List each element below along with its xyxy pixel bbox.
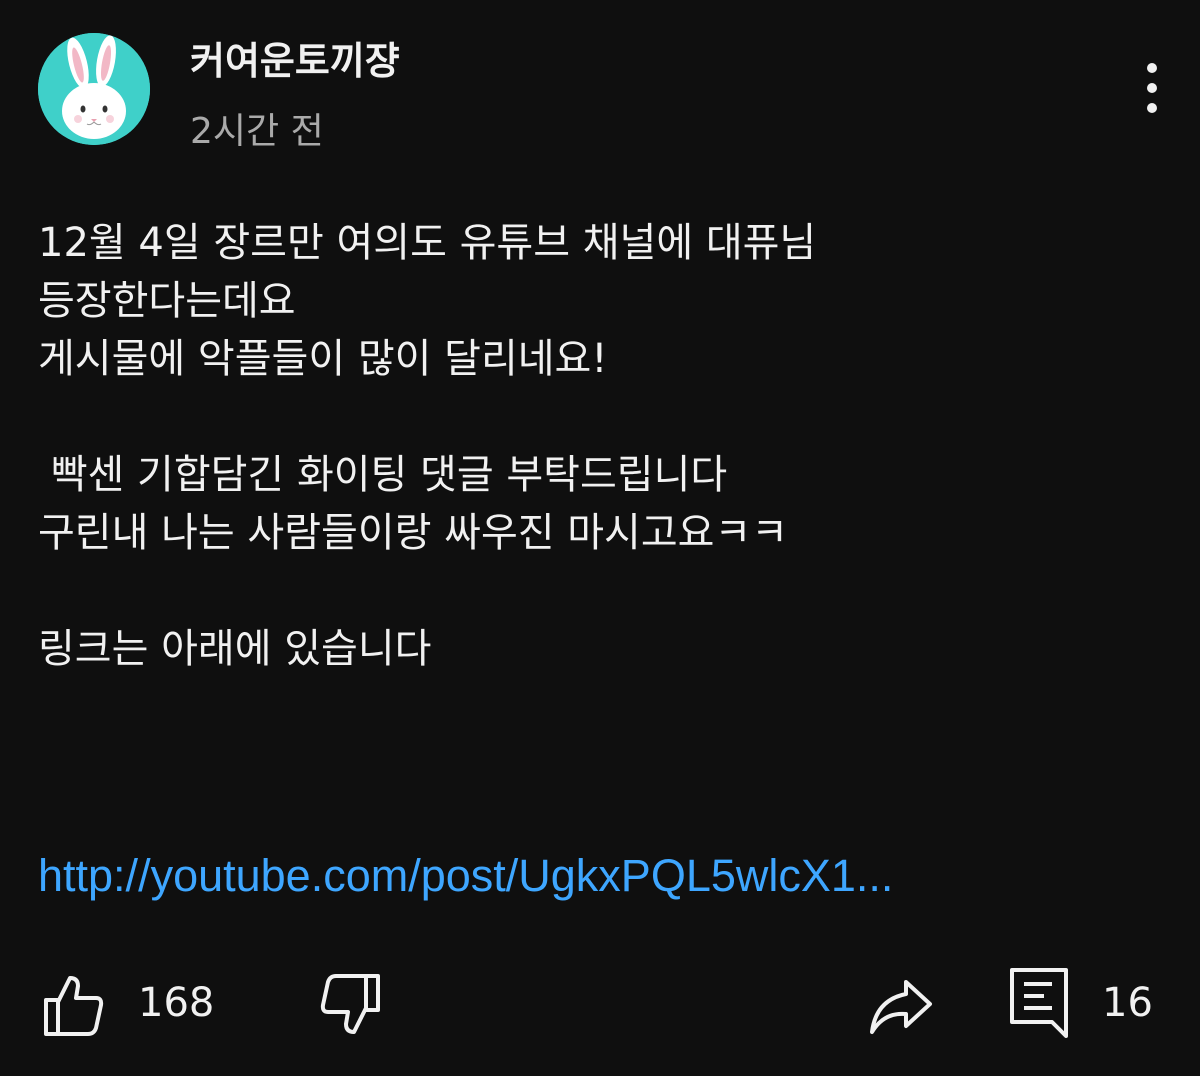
more-options-button[interactable] [1132,58,1172,118]
post-body: 12월 4일 장르만 여의도 유튜브 채널에 대퓨님 등장한다는데요 게시물에 … [38,214,1158,678]
post-line: 12월 4일 장르만 여의도 유튜브 채널에 대퓨님 [38,220,817,266]
share-icon [870,980,932,1034]
post-line-blank [38,388,1158,446]
channel-avatar[interactable] [38,33,150,145]
comment-icon [1010,968,1068,1038]
post-line: 게시물에 악플들이 많이 달리네요! [38,336,608,382]
rabbit-avatar-icon [38,33,150,145]
more-vertical-icon [1147,63,1157,113]
comment-button[interactable] [1008,966,1070,1040]
like-count: 168 [138,980,215,1026]
post-timestamp: 2시간 전 [190,111,324,152]
post-line: 구린내 나는 사람들이랑 싸우진 마시고요ㅋㅋ [38,510,789,556]
post-line: 빡센 기합담긴 화이팅 댓글 부탁드립니다 [38,452,728,498]
dislike-button[interactable] [318,972,384,1038]
share-button[interactable] [866,970,936,1040]
post-line-blank [38,562,1158,620]
thumbs-up-icon [44,976,104,1036]
post-link[interactable]: http://youtube.com/post/UgkxPQL5wlcX1... [38,848,893,904]
post-line: 링크는 아래에 있습니다 [38,626,432,672]
post-line: 등장한다는데요 [38,278,296,324]
comment-count: 16 [1102,980,1153,1026]
channel-name[interactable]: 커여운토끼쟝 [190,30,400,85]
action-bar: 168 16 [0,960,1200,1050]
thumbs-down-icon [320,974,380,1034]
like-button[interactable] [40,972,106,1038]
